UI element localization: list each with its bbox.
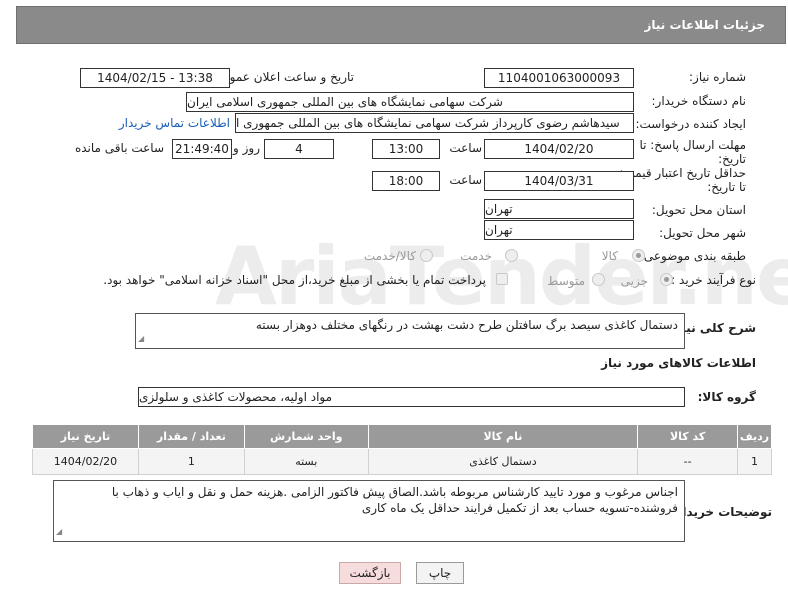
need-number-label: شماره نیاز: [689,70,746,84]
page-header: جزئیات اطلاعات نیاز [16,6,786,44]
category-option-goods-service: کالا/خدمت [363,249,416,263]
page-title: جزئیات اطلاعات نیاز [644,18,765,32]
print-button[interactable]: چاپ [416,562,464,584]
description-text: دستمال کاغذی سیصد برگ سافتلن طرح دشت بهش… [255,318,678,332]
col-header-quantity: تعداد / مقدار [137,424,245,449]
deadline-date-field: 1404/02/20 [484,139,634,159]
col-header-unit: واحد شمارش [243,424,369,449]
col-header-name: نام کالا [367,424,639,449]
cell-name: دستمال کاغذی [367,448,639,475]
back-button[interactable]: بازگشت [339,562,401,584]
buyer-notes-field: اجناس مرغوب و مورد تایید کارشناس مربوطه … [53,480,685,542]
col-header-row-number: ردیف [737,424,772,449]
creator-label: ایجاد کننده درخواست: [635,117,746,131]
goods-section-title: اطلاعات کالاهای مورد نیاز [601,356,756,370]
cell-unit: بسته [243,448,369,475]
process-option-minor: جزیی [620,274,648,288]
category-label: طبقه بندی موضوعی: [639,249,746,263]
buyer-notes-label: توضیحات خریدار: [670,505,772,519]
remaining-time-field: 21:49:40 [172,139,232,159]
remaining-label: ساعت باقی مانده [74,141,164,155]
city-label: شهر محل تحویل: [659,226,746,240]
cell-code: -- [637,448,739,475]
announce-label: تاریخ و ساعت اعلان عمومی: [209,70,354,84]
process-radio-minor[interactable] [660,273,673,286]
buyer-contact-link[interactable]: اطلاعات تماس خریدار [119,116,230,130]
creator-field: سیدهاشم رضوی کارپرداز شرکت سهامی نمایشگا… [235,113,634,133]
min-price-date-field: 1404/03/31 [484,171,634,191]
table-header-row: ردیف کد کالا نام کالا واحد شمارش تعداد /… [32,424,772,449]
deadline-label: مهلت ارسال پاسخ: تا تاریخ: [639,138,746,166]
resize-handle-icon[interactable]: ◢ [56,524,62,540]
buyer-notes-text: اجناس مرغوب و مورد تایید کارشناس مربوطه … [111,485,678,515]
province-field: تهران [484,199,634,219]
cell-need-date: 1404/02/20 [32,448,139,475]
days-remaining-field: 4 [264,139,334,159]
city-field: تهران [484,220,634,240]
goods-group-label: گروه کالا: [697,390,756,404]
buyer-name-field: شرکت سهامی نمایشگاه های بین المللی جمهور… [186,92,634,112]
announce-datetime-field: 1404/02/15 - 13:38 [80,68,230,88]
min-price-time-field: 18:00 [372,171,440,191]
min-price-time-label: ساعت [449,173,482,187]
resize-handle-icon[interactable]: ◢ [138,331,144,347]
goods-table: ردیف کد کالا نام کالا واحد شمارش تعداد /… [32,424,772,475]
category-option-goods: کالا [601,249,618,263]
province-label: استان محل تحویل: [651,203,746,217]
table-row: 1 -- دستمال کاغذی بسته 1 1404/02/20 [32,448,772,475]
category-option-service: خدمت [460,249,492,263]
payment-note: پرداخت تمام یا بخشی از مبلغ خرید،از محل … [103,273,486,287]
description-field: دستمال کاغذی سیصد برگ سافتلن طرح دشت بهش… [135,313,685,349]
cell-row-number: 1 [737,448,772,475]
buyer-label: نام دستگاه خریدار: [651,94,747,108]
min-price-label: حداقل تاریخ اعتبار قیمت: تا تاریخ: [619,166,746,194]
need-number-field: 1104001063000093 [484,68,634,88]
col-header-need-date: تاریخ نیاز [32,424,139,449]
process-label: نوع فرآیند خرید : [671,273,756,287]
goods-group-field: مواد اولیه، محصولات کاغذی و سلولزی [138,387,685,407]
deadline-time-field: 13:00 [372,139,440,159]
category-radio-goods-service[interactable] [420,249,433,262]
cell-quantity: 1 [137,448,245,475]
category-radio-goods[interactable] [632,249,645,262]
treasury-checkbox[interactable] [496,273,508,285]
category-radio-service[interactable] [505,249,518,262]
process-radio-medium[interactable] [592,273,605,286]
days-label: روز و [233,141,260,155]
process-option-medium: متوسط [547,274,585,288]
deadline-time-label: ساعت [449,141,482,155]
col-header-code: کد کالا [637,424,739,449]
